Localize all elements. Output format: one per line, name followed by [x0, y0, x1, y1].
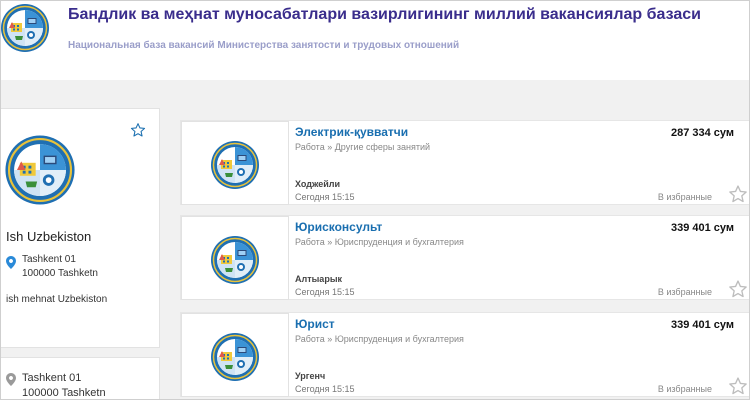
job-date: Сегодня 15:15 [295, 384, 355, 394]
add-to-favorites-link[interactable]: В избранные [658, 384, 712, 394]
job-title-link[interactable]: Электрик-қувватчи [295, 125, 408, 139]
listing-thumbnail[interactable] [181, 313, 289, 397]
company-logo-icon [210, 235, 260, 285]
listing-thumbnail[interactable] [181, 216, 289, 300]
company-name: Ish Uzbekiston [6, 229, 92, 244]
job-title-link[interactable]: Юрист [295, 317, 335, 331]
map-pin-icon [6, 256, 16, 269]
job-category: Работа » Юриспруденция и бухгалтерия [295, 334, 464, 344]
ministry-emblem-icon[interactable] [0, 3, 50, 53]
job-title-link[interactable]: Юрисконсульт [295, 220, 382, 234]
company-logo-icon [210, 140, 260, 190]
job-listing[interactable]: Юрист Работа » Юриспруденция и бухгалтер… [180, 312, 750, 397]
star-outline-icon[interactable] [130, 122, 146, 138]
job-listing[interactable]: Юрисконсульт Работа » Юриспруденция и бу… [180, 215, 750, 300]
company-address-line1: Tashkent 01 [22, 254, 76, 265]
add-to-favorites-link[interactable]: В избранные [658, 287, 712, 297]
star-outline-icon[interactable] [728, 279, 748, 299]
site-title[interactable]: Бандлик ва меҳнат муносабатлари вазирлиг… [68, 6, 708, 24]
job-salary: 339 401 сум [670, 319, 734, 331]
job-listing[interactable]: Электрик-қувватчи Работа » Другие сферы … [180, 120, 750, 205]
job-salary: 339 401 сум [670, 222, 734, 234]
company-card: Ish Uzbekiston Tashkent 01 100000 Tashke… [0, 108, 160, 348]
site-subtitle: Национальная база вакансий Министерства … [68, 40, 460, 51]
job-category: Работа » Другие сферы занятий [295, 142, 431, 152]
job-city: Ходжейли [295, 179, 341, 189]
location-card: Tashkent 01 100000 Tashketn [0, 357, 160, 400]
listing-thumbnail[interactable] [181, 121, 289, 205]
site-header: Бандлик ва меҳнат муносабатлари вазирлиг… [0, 0, 750, 80]
star-outline-icon[interactable] [728, 184, 748, 204]
job-date: Сегодня 15:15 [295, 287, 355, 297]
company-logo-icon [210, 332, 260, 382]
job-city: Алтыарык [295, 274, 343, 284]
map-pin-icon [6, 373, 16, 386]
job-salary: 287 334 сум [670, 127, 734, 139]
location-address-line2: 100000 Tashketn [22, 387, 106, 399]
job-category: Работа » Юриспруденция и бухгалтерия [295, 237, 464, 247]
star-outline-icon[interactable] [728, 376, 748, 396]
job-city: Ургенч [295, 371, 326, 381]
company-logo-icon [4, 134, 76, 206]
company-address-line2: 100000 Tashketn [22, 268, 98, 279]
location-address-line1: Tashkent 01 [22, 372, 82, 384]
add-to-favorites-link[interactable]: В избранные [658, 192, 712, 202]
job-date: Сегодня 15:15 [295, 192, 355, 202]
company-description: ish mehnat Uzbekiston [6, 294, 108, 305]
